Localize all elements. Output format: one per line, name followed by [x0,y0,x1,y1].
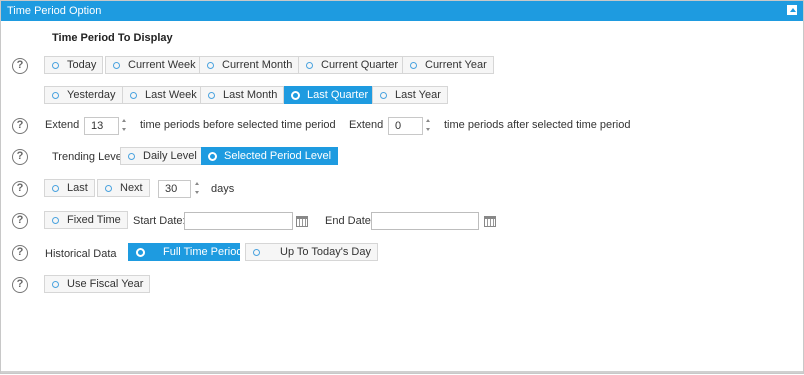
start-calendar-icon[interactable] [296,216,308,227]
end-calendar-icon[interactable] [484,216,496,227]
option-label: Current Quarter [321,59,399,71]
option-label: Fixed Time [67,214,121,226]
radio-icon [52,280,59,288]
option-label: Selected Period Level [224,150,332,162]
option-full-time-period[interactable]: Full Time Period [128,243,243,261]
days-unit-label: days [211,183,235,195]
radio-icon [52,184,59,192]
radio-icon [410,61,417,69]
option-current-year[interactable]: Current Year [402,56,494,74]
option-current-week[interactable]: Current Week [105,56,203,74]
panel-bottom-border [1,371,803,373]
radio-icon [52,61,59,69]
radio-icon [52,91,59,99]
radio-icon [207,61,214,69]
extend-before-text: time periods before selected time period [140,119,336,131]
option-label: Last [67,182,88,194]
option-label: Up To Today's Day [280,246,371,258]
start-date-label: Start Date: [133,215,186,227]
radio-icon [113,61,120,69]
radio-icon [291,90,300,100]
help-icon-last-next[interactable]: ? [12,181,28,197]
extend-before-input[interactable]: 13 [84,117,119,135]
option-selected-period-level[interactable]: Selected Period Level [201,147,339,165]
start-date-input[interactable] [184,212,293,230]
option-last[interactable]: Last [44,179,95,197]
radio-icon [136,247,145,257]
option-daily-level[interactable]: Daily Level [120,147,204,165]
radio-icon [208,91,215,99]
radio-icon [130,91,137,99]
option-next[interactable]: Next [97,179,150,197]
extend-after-label: Extend [349,119,384,131]
historical-data-label: Historical Data [45,248,117,260]
trending-level-label: Trending Level [52,151,125,163]
option-up-to-todays-day[interactable]: Up To Today's Day [245,243,378,261]
option-label: Last Month [223,89,278,101]
end-date-label: End Date: [325,215,374,227]
days-input[interactable]: 30 [158,180,191,198]
radio-icon [52,216,59,224]
option-last-quarter[interactable]: Last Quarter [284,86,376,104]
option-label: Today [67,59,97,71]
option-last-week[interactable]: Last Week [122,86,204,104]
option-yesterday[interactable]: Yesterday [44,86,123,104]
option-use-fiscal-year[interactable]: Use Fiscal Year [44,275,151,293]
radio-icon [253,248,260,256]
help-icon-extend[interactable]: ? [12,118,28,134]
radio-icon [105,184,112,192]
option-label: Yesterday [67,89,116,101]
panel-title: Time Period Option [7,5,102,17]
option-label: Full Time Period [163,246,243,258]
extend-before-spinner-icon[interactable] [122,118,128,132]
option-label: Daily Level [143,150,197,162]
option-today[interactable]: Today [44,56,104,74]
option-label: Last Year [395,89,441,101]
days-spinner-icon[interactable] [195,181,201,195]
radio-icon [208,151,217,161]
extend-after-input[interactable]: 0 [388,117,423,135]
help-icon-fixed-time[interactable]: ? [12,213,28,229]
extend-after-spinner-icon[interactable] [426,118,432,132]
option-label: Current Month [222,59,293,71]
help-icon-historical[interactable]: ? [12,245,28,261]
help-icon-trending[interactable]: ? [12,149,28,165]
option-label: Use Fiscal Year [67,278,144,290]
extend-before-label: Extend [45,119,80,131]
radio-icon [306,61,313,69]
radio-icon [128,152,135,160]
option-last-month[interactable]: Last Month [200,86,285,104]
option-current-quarter[interactable]: Current Quarter [298,56,406,74]
option-label: Next [120,182,143,194]
option-label: Last Quarter [307,89,369,101]
option-label: Last Week [145,89,197,101]
help-icon-period[interactable]: ? [12,58,28,74]
option-label: Current Week [128,59,196,71]
radio-icon [380,91,387,99]
option-label: Current Year [425,59,487,71]
time-period-option-panel: Time Period Option Time Period To Displa… [0,0,804,374]
collapse-icon[interactable] [787,5,797,15]
option-last-year[interactable]: Last Year [372,86,448,104]
end-date-input[interactable] [371,212,479,230]
option-current-month[interactable]: Current Month [199,56,300,74]
option-fixed-time[interactable]: Fixed Time [44,211,128,229]
panel-titlebar: Time Period Option [1,1,803,21]
extend-after-text: time periods after selected time period [444,119,631,131]
section-title: Time Period To Display [52,32,173,44]
help-icon-fiscal[interactable]: ? [12,277,28,293]
